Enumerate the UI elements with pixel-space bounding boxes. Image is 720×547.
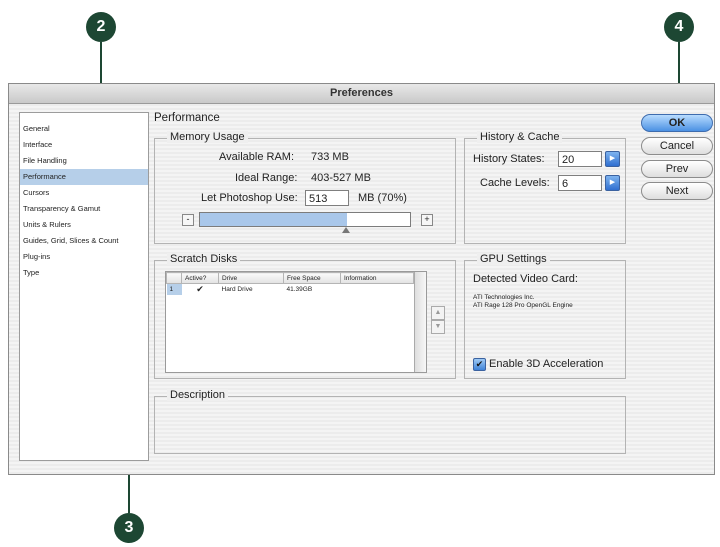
sidebar-item-plug-ins[interactable]: Plug-ins <box>20 249 148 265</box>
memory-minus-button[interactable]: - <box>182 214 194 226</box>
row-index: 1 <box>166 283 182 295</box>
ideal-range-value: 403-527 MB <box>311 172 371 184</box>
memory-slider-thumb[interactable] <box>342 227 350 233</box>
cache-levels-input[interactable]: 6 <box>558 175 602 191</box>
video-card-model: ATI Rage 128 Pro OpenGL Engine <box>473 302 573 309</box>
cancel-button[interactable]: Cancel <box>641 137 713 155</box>
memory-plus-button[interactable]: + <box>421 214 433 226</box>
row-information <box>341 284 414 296</box>
photoshop-use-input[interactable]: 513 <box>305 190 349 206</box>
preferences-sidebar: General Interface File Handling Performa… <box>19 112 149 461</box>
history-cache-group: History & Cache History States: 20 ▶ Cac… <box>464 131 626 244</box>
table-row[interactable]: 1 ✔ Hard Drive 41.39GB <box>166 283 414 296</box>
col-free-space[interactable]: Free Space <box>283 272 341 284</box>
memory-usage-title: Memory Usage <box>167 131 248 143</box>
page-title: Performance <box>154 112 220 124</box>
memory-slider[interactable] <box>199 212 411 227</box>
sidebar-item-general[interactable]: General <box>20 121 148 137</box>
history-states-label: History States: <box>473 153 545 165</box>
sidebar-item-interface[interactable]: Interface <box>20 137 148 153</box>
scratch-disks-scrollbar[interactable] <box>414 272 426 372</box>
callout-3: 3 <box>114 513 144 543</box>
sidebar-item-file-handling[interactable]: File Handling <box>20 153 148 169</box>
video-card-vendor: ATI Technologies Inc. <box>473 294 535 301</box>
scratch-disks-table: Active? Drive Free Space Information 1 ✔… <box>165 271 427 373</box>
callout-2: 2 <box>86 12 116 42</box>
move-up-button[interactable]: ▲ <box>431 306 445 320</box>
scratch-disks-group: Scratch Disks Active? Drive Free Space I… <box>154 253 456 379</box>
col-index <box>166 272 182 284</box>
memory-usage-group: Memory Usage Available RAM: 733 MB Ideal… <box>154 131 456 244</box>
callout-4: 4 <box>664 12 694 42</box>
detected-video-card-label: Detected Video Card: <box>473 273 578 285</box>
available-ram-label: Available RAM: <box>219 151 294 163</box>
photoshop-use-unit: MB (70%) <box>358 192 407 204</box>
enable-3d-label: Enable 3D Acceleration <box>489 358 604 370</box>
preferences-window: Preferences General Interface File Handl… <box>8 83 715 475</box>
prev-button[interactable]: Prev <box>641 160 713 178</box>
sidebar-item-transparency-gamut[interactable]: Transparency & Gamut <box>20 201 148 217</box>
ok-button[interactable]: OK <box>641 114 713 132</box>
sidebar-item-guides-grid[interactable]: Guides, Grid, Slices & Count <box>20 233 148 249</box>
available-ram-value: 733 MB <box>311 151 349 163</box>
move-down-button[interactable]: ▼ <box>431 320 445 334</box>
col-active[interactable]: Active? <box>181 272 219 284</box>
col-drive[interactable]: Drive <box>218 272 284 284</box>
row-drive: Hard Drive <box>221 286 253 293</box>
scratch-disks-title: Scratch Disks <box>167 253 241 265</box>
description-title: Description <box>167 389 229 401</box>
history-states-input[interactable]: 20 <box>558 151 602 167</box>
description-group: Description <box>154 389 626 454</box>
cache-levels-label: Cache Levels: <box>480 177 550 189</box>
cache-levels-stepper[interactable]: ▶ <box>605 175 620 191</box>
next-button[interactable]: Next <box>641 182 713 200</box>
history-cache-title: History & Cache <box>477 131 563 143</box>
sidebar-item-cursors[interactable]: Cursors <box>20 185 148 201</box>
sidebar-item-units-rulers[interactable]: Units & Rulers <box>20 217 148 233</box>
sidebar-item-performance[interactable]: Performance <box>20 169 148 185</box>
enable-3d-checkbox[interactable]: ✔ <box>473 358 486 371</box>
history-states-stepper[interactable]: ▶ <box>605 151 620 167</box>
ideal-range-label: Ideal Range: <box>235 172 298 184</box>
memory-slider-fill <box>200 213 347 226</box>
row-active-checkbox[interactable]: ✔ <box>182 284 219 296</box>
row-free-space: 41.39GB <box>286 286 313 293</box>
gpu-settings-group: GPU Settings Detected Video Card: ATI Te… <box>464 253 626 379</box>
gpu-settings-title: GPU Settings <box>477 253 550 265</box>
col-information[interactable]: Information <box>340 272 414 284</box>
window-title: Preferences <box>9 84 714 104</box>
photoshop-use-label: Let Photoshop Use: <box>201 192 298 204</box>
sidebar-item-type[interactable]: Type <box>20 265 148 281</box>
